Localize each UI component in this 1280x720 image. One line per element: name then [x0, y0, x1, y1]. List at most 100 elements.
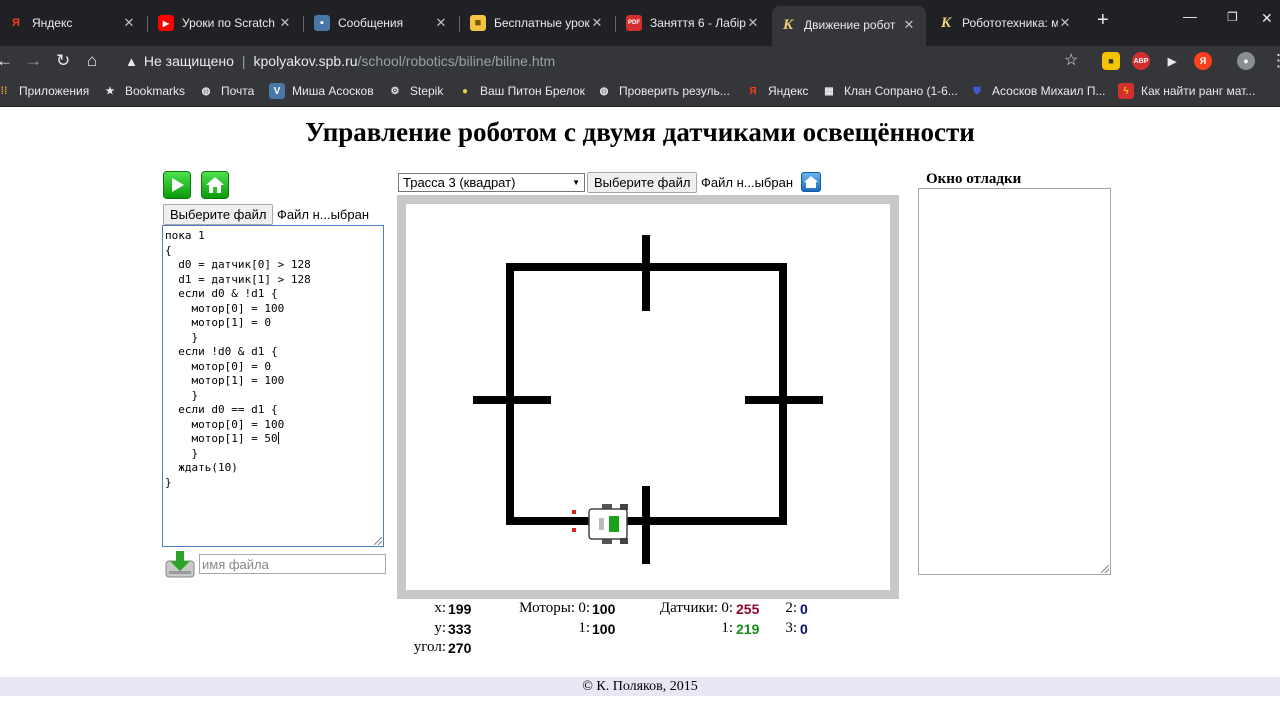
choose-program-file-button[interactable]: Выберите файл — [163, 204, 274, 225]
close-icon[interactable]: ✕ — [122, 15, 136, 31]
x-label: x: — [434, 600, 446, 616]
bookmark-stepik[interactable]: ⚙ Stepik — [387, 81, 444, 101]
motor-0-value: 100 — [592, 601, 616, 617]
code-line: если d0 & !d1 { — [165, 287, 278, 300]
minimize-icon[interactable]: — — [1183, 8, 1197, 24]
motors-label: Моторы: — [519, 600, 575, 616]
tab-free-lessons[interactable]: ■ Бесплатные урок ✕ — [462, 8, 614, 38]
profile-avatar[interactable]: ● — [1237, 52, 1255, 70]
tab-scratch[interactable]: ▶ Уроки по Scratch ✕ — [150, 8, 302, 38]
sensor-3-value: 0 — [800, 621, 808, 637]
sensor-0-marker — [572, 510, 576, 514]
tab-messages[interactable]: ▪ Сообщения ✕ — [306, 8, 458, 38]
track-home-button[interactable] — [801, 172, 821, 192]
dropdown-arrow-icon: ▼ — [572, 178, 580, 187]
bookmark-apps[interactable]: ⁞⁞ Приложения — [0, 81, 90, 101]
forward-icon[interactable]: → — [25, 50, 42, 72]
bookmark-yandex[interactable]: Я Яндекс — [745, 81, 808, 101]
film-icon: ▦ — [824, 85, 834, 97]
menu-dots-icon[interactable]: ⋮ — [1270, 50, 1280, 72]
sensor-3-label: 3: — [785, 620, 797, 636]
close-icon[interactable]: ✕ — [590, 15, 604, 31]
code-editor[interactable]: пока 1{ d0 = датчик[0] > 128 d1 = датчик… — [162, 225, 384, 547]
bookmark-label: Приложения — [19, 84, 90, 98]
code-line: } — [165, 446, 199, 460]
home-reset-button[interactable] — [201, 171, 229, 199]
address-bar[interactable]: ▲ Не защищено | kpolyakov.spb.ru/school/… — [125, 48, 1085, 74]
tab-robot-motion[interactable]: K Движение робот ✕ — [772, 6, 926, 46]
circle-icon: ● — [461, 85, 469, 97]
angle-label: угол: — [413, 639, 446, 655]
reload-icon[interactable]: ↻ — [56, 50, 70, 72]
home-icon[interactable]: ⌂ — [87, 50, 97, 72]
bookmark-matrix-rank[interactable]: ϟ Как найти ранг мат... — [1118, 81, 1255, 101]
bookmark-label: Яндекс — [768, 84, 809, 98]
motor-1-value: 100 — [592, 621, 616, 637]
track-select-value: Трасса 3 (квадрат) — [403, 175, 516, 190]
track-select[interactable]: Трасса 3 (квадрат) ▼ — [398, 173, 585, 192]
play-extension-icon[interactable]: ▶ — [1163, 52, 1181, 70]
bookmark-python[interactable]: ● Ваш Питон Брелок — [457, 81, 585, 101]
motor-0-label: 0: — [578, 600, 590, 616]
code-line: мотор[0] = 100 — [165, 301, 285, 315]
close-icon[interactable]: ✕ — [278, 15, 292, 31]
code-line: d1 = датчик[1] > 128 — [165, 272, 311, 286]
warning-icon: ▲ — [125, 53, 138, 69]
tab-title: Заняття 6 - Лабір — [650, 16, 746, 30]
yandex-extension-icon[interactable]: Я — [1194, 52, 1212, 70]
tab-title: Движение робот — [804, 18, 896, 32]
tab-title: Яндекс — [32, 16, 73, 30]
close-icon[interactable]: ✕ — [434, 15, 448, 31]
robot[interactable] — [588, 504, 628, 544]
back-icon[interactable]: ← — [0, 50, 13, 72]
apps-grid-icon: ⁞⁞ — [0, 85, 8, 97]
bookmark-vk[interactable]: V Миша Асосков — [269, 81, 374, 101]
security-status: Не защищено — [143, 53, 234, 69]
track-file-status: Файл н...ыбран — [701, 175, 794, 190]
tab-title: Робототехника: м — [962, 16, 1058, 30]
resize-grip-icon[interactable] — [374, 537, 382, 545]
globe-icon: ◍ — [599, 85, 609, 97]
run-button[interactable] — [163, 171, 191, 199]
adblock-icon[interactable]: ABP — [1132, 52, 1150, 70]
k-logo-icon: K — [782, 16, 793, 33]
bookmark-sopranos[interactable]: ▦ Клан Сопрано (1-6... — [821, 81, 958, 101]
restore-icon[interactable]: ❐ — [1227, 10, 1238, 24]
field-canvas[interactable] — [406, 204, 890, 590]
url-path: /school/robotics/biline/biline.htm — [357, 53, 556, 69]
stepik-icon: ⚙ — [390, 85, 400, 97]
angle-value: 270 — [448, 640, 472, 656]
tab-lesson-pdf[interactable]: PDF Заняття 6 - Лабір ✕ — [618, 8, 770, 38]
bookmark-mail[interactable]: ◍ Почта — [198, 81, 255, 101]
tab-separator — [459, 16, 460, 32]
debug-window[interactable] — [918, 188, 1111, 575]
bolt-icon: ϟ — [1118, 83, 1134, 99]
y-label: y: — [434, 620, 446, 636]
page-content: Управление роботом с двумя датчиками осв… — [0, 107, 1280, 720]
vk-icon: V — [269, 83, 285, 99]
extension-icon[interactable]: ■ — [1102, 52, 1120, 70]
x-value: 199 — [448, 601, 472, 617]
home-icon — [206, 177, 224, 193]
bookmark-bookmarks[interactable]: ★ Bookmarks — [102, 81, 186, 101]
tab-yandex[interactable]: Я Яндекс ✕ — [0, 8, 146, 38]
bookmark-asoskov[interactable]: ⛊ Асосков Михаил П... — [969, 81, 1105, 101]
browser-toolbar: ← → ↻ ⌂ ▲ Не защищено | kpolyakov.spb.ru… — [0, 46, 1280, 76]
text-cursor — [277, 432, 279, 444]
close-icon[interactable]: ✕ — [746, 15, 760, 31]
bookmark-check-results[interactable]: ◍ Проверить резуль... — [596, 81, 730, 101]
resize-grip-icon[interactable] — [1101, 565, 1109, 573]
bookmark-label: Клан Сопрано (1-6... — [844, 84, 958, 98]
choose-track-file-button[interactable]: Выберите файл — [587, 172, 698, 193]
code-line: { — [165, 243, 172, 257]
close-icon[interactable]: ✕ — [1058, 15, 1072, 31]
new-tab-button[interactable]: + — [1097, 9, 1109, 32]
save-file-icon[interactable] — [165, 549, 195, 579]
tab-robotics[interactable]: K Робототехника: м ✕ — [930, 8, 1082, 38]
url-host: kpolyakov.spb.ru — [253, 53, 358, 69]
close-icon[interactable]: ✕ — [902, 17, 916, 33]
bookmark-star-icon[interactable]: ☆ — [1064, 50, 1078, 72]
code-line: ждать(10) — [165, 461, 238, 474]
filename-input[interactable] — [199, 554, 386, 574]
close-window-icon[interactable]: ✕ — [1261, 10, 1273, 27]
